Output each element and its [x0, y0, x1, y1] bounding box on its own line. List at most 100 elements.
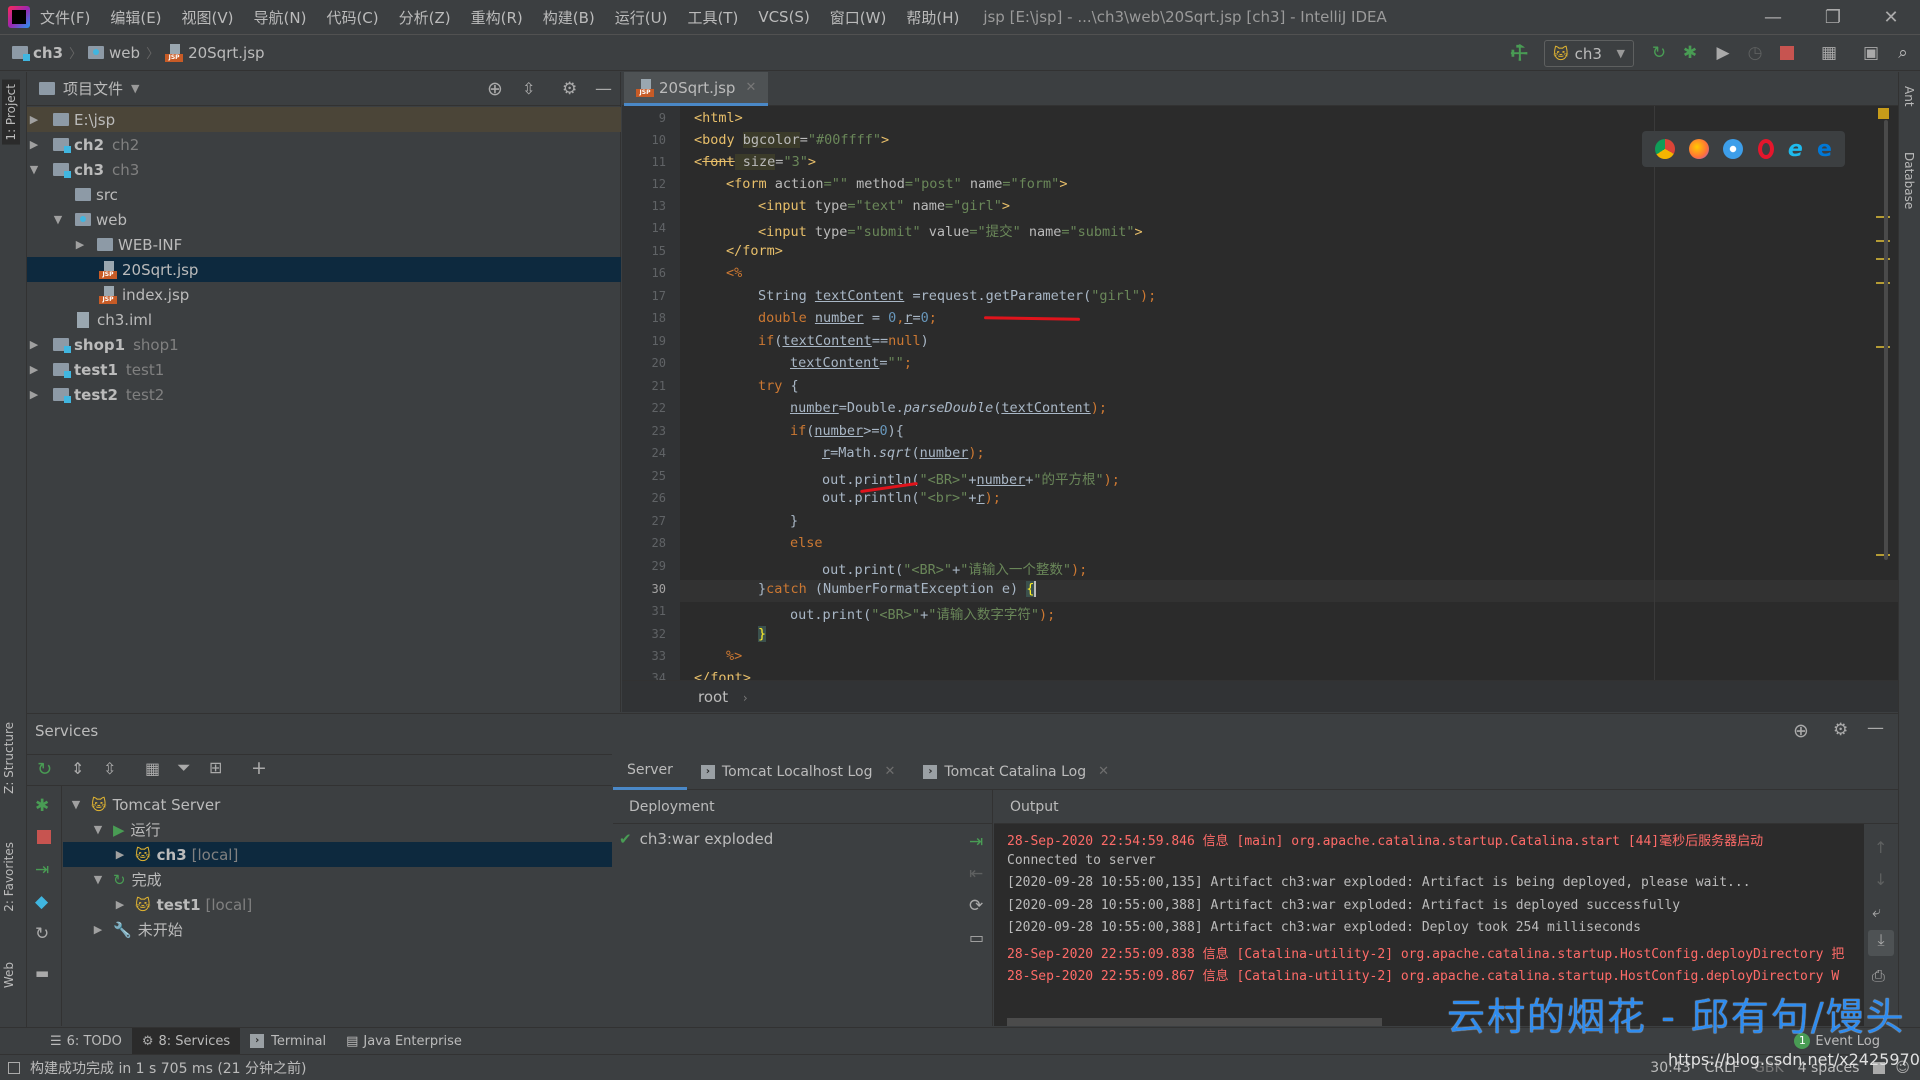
deploy-icon[interactable]: ⇥	[969, 832, 983, 852]
minimize-button[interactable]: —	[1750, 0, 1796, 35]
menu-build[interactable]: 构建(B)	[543, 7, 595, 28]
expand-arrow-icon[interactable]: ▶	[27, 363, 41, 376]
scroll-down-icon[interactable]: ↓	[1874, 870, 1887, 889]
toolwindow-todo[interactable]: ☰ 6: TODO	[40, 1028, 132, 1055]
editor-tab-20sqrt-jsp[interactable]: 20Sqrt.jsp ✕	[624, 72, 769, 106]
expand-arrow-icon[interactable]: ▶	[113, 848, 127, 861]
tree-item-index-jsp[interactable]: index.jsp	[27, 282, 621, 307]
service-test1[interactable]: ▶ 🐱 test1 [local]	[63, 892, 612, 917]
collapse-arrow-icon[interactable]: ▼	[91, 873, 105, 886]
add-service-icon[interactable]: +	[251, 757, 267, 779]
tab-tomcat-catalina-log[interactable]: › Tomcat Catalina Log ✕	[909, 754, 1123, 790]
expand-all-icon[interactable]: ⇕	[71, 759, 84, 778]
internet-explorer-icon[interactable]: e	[1788, 137, 1803, 162]
expand-arrow-icon[interactable]: ▶	[27, 388, 41, 401]
horizontal-scrollbar[interactable]	[1007, 1018, 1382, 1026]
menu-analyze[interactable]: 分析(Z)	[399, 7, 451, 28]
project-structure-icon[interactable]: ▦	[1818, 42, 1840, 64]
menu-run[interactable]: 运行(U)	[615, 7, 668, 28]
undeploy-icon[interactable]: ⇤	[969, 864, 983, 884]
collapse-all-icon[interactable]: ⇳	[522, 79, 535, 98]
toolwindow-java-enterprise[interactable]: ▤ Java Enterprise	[336, 1028, 472, 1055]
settings-gear-icon[interactable]: ⚙	[562, 79, 577, 99]
menu-code[interactable]: 代码(C)	[326, 7, 378, 28]
edge-icon[interactable]: e	[1817, 137, 1832, 162]
inspection-status-icon[interactable]	[1878, 108, 1889, 119]
menu-help[interactable]: 帮助(H)	[906, 7, 959, 28]
expand-arrow-icon[interactable]: ▶	[113, 898, 127, 911]
group-by-icon[interactable]: ▦	[145, 759, 160, 778]
tool-tab-project[interactable]: 1: Project	[2, 80, 20, 145]
collapse-arrow-icon[interactable]: ▼	[27, 163, 41, 176]
tool-tab-database[interactable]: Database	[1902, 152, 1916, 209]
collapse-all-icon[interactable]: ⇳	[103, 759, 116, 778]
breadcrumb-web[interactable]: web 〉	[88, 43, 165, 62]
tab-server[interactable]: Server	[613, 754, 687, 790]
run-configuration-selector[interactable]: 🐱 ch3 ▼	[1544, 40, 1634, 67]
menu-navigate[interactable]: 导航(N)	[254, 7, 307, 28]
tree-item-shop1[interactable]: ▶ shop1 shop1	[27, 332, 621, 357]
deployment-item[interactable]: ✔ ch3:war exploded	[619, 830, 773, 848]
new-tab-icon[interactable]: ⊞	[209, 758, 222, 777]
service-tomcat-server[interactable]: ▼ 🐱 Tomcat Server	[63, 792, 612, 817]
menu-view[interactable]: 视图(V)	[182, 7, 234, 28]
expand-arrow-icon[interactable]: ▶	[27, 113, 41, 126]
rerun-icon[interactable]: ↻	[1648, 42, 1670, 64]
tree-item-20sqrt-jsp[interactable]: 20Sqrt.jsp	[27, 257, 621, 282]
tool-tab-structure[interactable]: Z: Structure	[2, 722, 16, 794]
tab-tomcat-localhost-log[interactable]: › Tomcat Localhost Log ✕	[687, 754, 909, 790]
tree-item-src[interactable]: src	[27, 182, 621, 207]
breadcrumb-ch3[interactable]: ch3 〉	[12, 43, 88, 62]
scroll-to-end-icon[interactable]: ⤓	[1868, 930, 1894, 956]
close-tab-icon[interactable]: ✕	[884, 764, 895, 779]
scroll-up-icon[interactable]: ↑	[1874, 838, 1887, 857]
firefox-icon[interactable]	[1689, 139, 1710, 159]
filter-icon[interactable]: ⏷	[177, 758, 191, 778]
menu-file[interactable]: 文件(F)	[40, 7, 90, 28]
chrome-icon[interactable]	[1655, 139, 1676, 159]
tree-item-ch3[interactable]: ▼ ch3 ch3	[27, 157, 621, 182]
search-everywhere-icon[interactable]: ⌕	[1892, 42, 1914, 64]
collapse-arrow-icon[interactable]: ▼	[69, 798, 83, 811]
deploy-icon[interactable]: ⇥	[35, 860, 49, 880]
project-view-selector[interactable]: 项目文件	[63, 78, 123, 99]
menu-edit[interactable]: 编辑(E)	[110, 7, 161, 28]
tool-tab-ant[interactable]: Ant	[1902, 86, 1916, 107]
expand-arrow-icon[interactable]: ▶	[73, 238, 87, 251]
open-browser-icon[interactable]: ▭	[969, 928, 984, 947]
toolwindow-services[interactable]: ⚙ 8: Services	[131, 1027, 241, 1055]
hide-panel-icon[interactable]: —	[1867, 718, 1884, 738]
profile-icon[interactable]: ◷	[1744, 42, 1766, 64]
locate-icon[interactable]: ⊕	[1793, 720, 1809, 742]
settings-gear-icon[interactable]: ⚙	[1833, 720, 1848, 740]
toolwindow-terminal[interactable]: › Terminal	[240, 1028, 336, 1055]
tool-tab-favorites[interactable]: 2: Favorites	[2, 842, 16, 912]
breadcrumb-file[interactable]: 20Sqrt.jsp	[165, 43, 265, 62]
safari-icon[interactable]	[1723, 139, 1744, 159]
update-app-icon[interactable]: ◆	[35, 892, 48, 912]
collapse-arrow-icon[interactable]: ▼	[91, 823, 105, 836]
menu-tools[interactable]: 工具(T)	[687, 7, 738, 28]
close-button[interactable]: ✕	[1868, 0, 1914, 35]
close-tab-icon[interactable]: ✕	[745, 80, 756, 95]
print-icon[interactable]: ⎙	[1872, 966, 1885, 986]
service-group-finished[interactable]: ▼ ↻ 完成	[63, 867, 612, 892]
restore-button[interactable]: ❐	[1810, 0, 1856, 35]
chevron-down-icon[interactable]: ▼	[131, 82, 139, 95]
tree-item-ch2[interactable]: ▶ ch2 ch2	[27, 132, 621, 157]
refresh-icon[interactable]: ↻	[37, 759, 52, 780]
tree-item-test2[interactable]: ▶ test2 test2	[27, 382, 621, 407]
menu-vcs[interactable]: VCS(S)	[758, 8, 809, 26]
toggle-tool-windows-icon[interactable]	[8, 1061, 20, 1074]
expand-arrow-icon[interactable]: ▶	[27, 138, 41, 151]
reload-icon[interactable]: ↻	[35, 924, 49, 944]
redeploy-icon[interactable]: ⟳	[969, 896, 983, 916]
expand-arrow-icon[interactable]: ▶	[91, 923, 105, 936]
run-anything-icon[interactable]: ▣	[1860, 42, 1882, 64]
debug-bug-icon[interactable]: ✱	[1679, 42, 1701, 64]
hide-panel-icon[interactable]: —	[595, 79, 612, 99]
tree-item-ch3-iml[interactable]: ch3.iml	[27, 307, 621, 332]
debug-icon[interactable]: ✱	[35, 796, 49, 816]
locate-file-icon[interactable]: ⊕	[487, 78, 503, 100]
breadcrumb-root[interactable]: root	[698, 688, 728, 706]
